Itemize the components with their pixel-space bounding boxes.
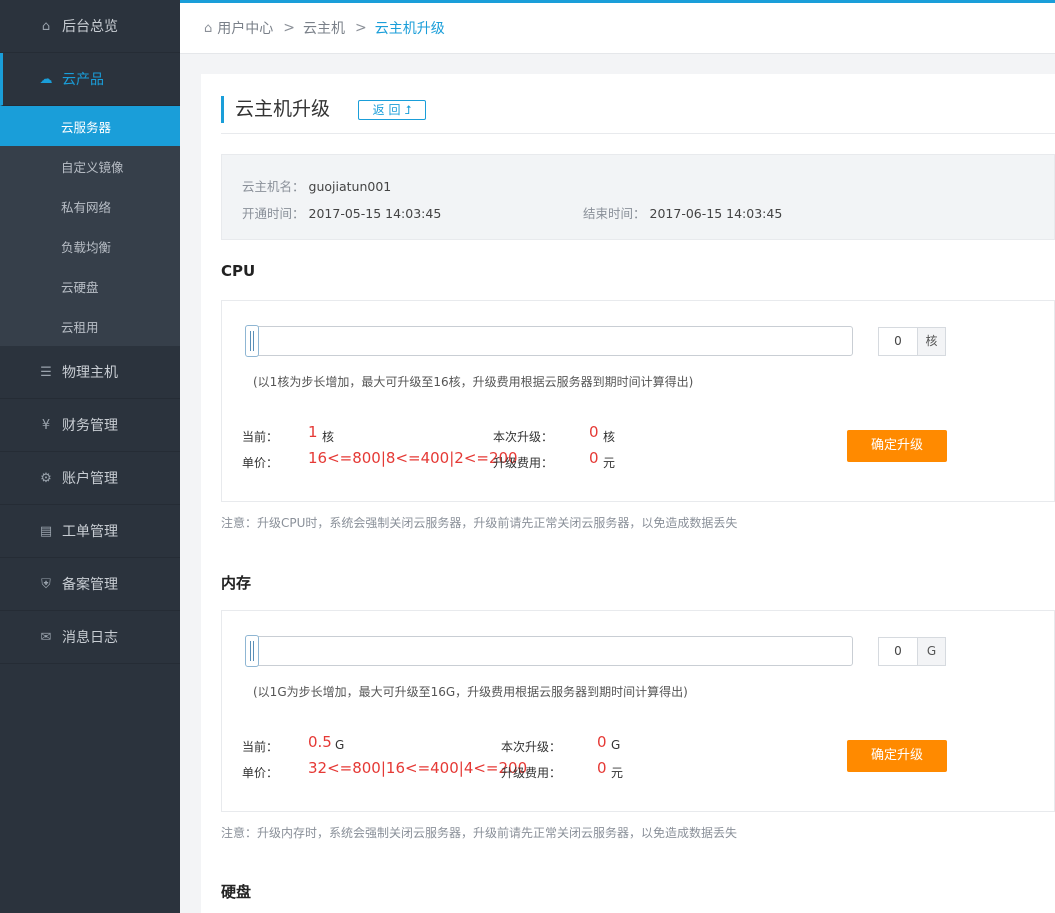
memory-fee-unit: 元 xyxy=(611,766,624,780)
memory-section-title: 内存 xyxy=(221,574,252,592)
cpu-section-title: CPU xyxy=(221,262,256,280)
breadcrumb-cloud-host[interactable]: 云主机 xyxy=(303,18,345,38)
cpu-upgrade-label: 本次升级： xyxy=(493,430,554,444)
cpu-fee-value: 0 xyxy=(589,449,599,467)
cpu-fee-label: 升级费用： xyxy=(493,456,554,470)
sidebar-sub-cloud-disk[interactable]: 云硬盘 xyxy=(0,266,180,306)
end-time-value: 2017-06-15 14:03:45 xyxy=(649,206,783,221)
home-icon: ⌂ xyxy=(41,18,51,34)
sidebar-item-label: 财务管理 xyxy=(62,418,118,434)
sidebar-item-label: 工单管理 xyxy=(62,524,118,540)
sidebar-sub-custom-image[interactable]: 自定义镜像 xyxy=(0,146,180,186)
sidebar-item-label: 云产品 xyxy=(62,72,104,88)
memory-upgrade-value: 0 xyxy=(597,733,607,751)
sidebar-item-tickets[interactable]: ▤ 工单管理 xyxy=(0,505,180,558)
sidebar: ⌂ 后台总览 ☁ 云产品 云服务器 自定义镜像 私有网络 负载均衡 云硬盘 云租… xyxy=(0,0,180,913)
back-button[interactable]: 返 回 ⮥ xyxy=(358,100,426,120)
breadcrumb-separator: > xyxy=(355,20,367,36)
cpu-fee-unit: 元 xyxy=(603,456,616,470)
cpu-current-label: 当前： xyxy=(242,430,279,444)
breadcrumb-separator: > xyxy=(283,20,295,36)
memory-slider[interactable] xyxy=(245,635,853,667)
memory-current-unit: G xyxy=(335,738,345,752)
host-info-box: 云主机名： guojiatun001 开通时间： 2017-05-15 14:03:… xyxy=(221,154,1055,240)
sidebar-item-overview[interactable]: ⌂ 后台总览 xyxy=(0,0,180,53)
cpu-confirm-upgrade-button[interactable]: 确定升级 xyxy=(847,430,947,462)
cpu-price-value: 16<=800|8<=400|2<=200 xyxy=(308,449,518,467)
sidebar-submenu: 云服务器 自定义镜像 私有网络 负载均衡 云硬盘 云租用 xyxy=(0,106,180,346)
open-time-value: 2017-05-15 14:03:45 xyxy=(308,206,442,221)
breadcrumb-home[interactable]: 用户中心 xyxy=(217,18,273,38)
cpu-slider[interactable] xyxy=(245,325,853,357)
end-time-row: 结束时间： 2017-06-15 14:03:45 xyxy=(583,203,782,222)
host-name-value: guojiatun001 xyxy=(308,179,392,194)
memory-upgrade-label: 本次升级： xyxy=(501,740,562,754)
memory-quantity-input[interactable]: 0 xyxy=(878,637,918,666)
sidebar-sub-cloud-rent[interactable]: 云租用 xyxy=(0,306,180,346)
memory-current-label: 当前： xyxy=(242,740,279,754)
clipboard-icon: ▤ xyxy=(39,523,53,539)
cpu-hint: (以1核为步长增加，最大可升级至16核，升级费用根据云服务器到期时间计算得出) xyxy=(253,375,694,389)
sidebar-item-cloud-products[interactable]: ☁ 云产品 xyxy=(0,53,180,106)
sidebar-item-label: 消息日志 xyxy=(62,630,118,646)
envelope-icon: ✉ xyxy=(40,629,52,645)
host-name-label: 云主机名： xyxy=(242,179,305,194)
return-arrow-icon: ⮥ xyxy=(404,103,412,117)
open-time-row: 开通时间： 2017-05-15 14:03:45 xyxy=(242,203,441,222)
breadcrumb: ⌂ 用户中心 > 云主机 > 云主机升级 xyxy=(180,3,1055,54)
sidebar-item-label: 后台总览 xyxy=(62,19,118,35)
memory-current-value: 0.5 xyxy=(308,733,332,751)
page-title: 云主机升级 xyxy=(221,96,330,123)
open-time-label: 开通时间： xyxy=(242,206,305,221)
memory-confirm-upgrade-button[interactable]: 确定升级 xyxy=(847,740,947,772)
sidebar-item-label: 物理主机 xyxy=(62,365,118,381)
host-name-row: 云主机名： guojiatun001 xyxy=(242,176,391,195)
sidebar-item-account[interactable]: ⚙ 账户管理 xyxy=(0,452,180,505)
cpu-current-value: 1 xyxy=(308,423,318,441)
sidebar-sub-cloud-server[interactable]: 云服务器 xyxy=(0,106,180,146)
cpu-unit: 核 xyxy=(917,327,946,356)
sidebar-sub-private-network[interactable]: 私有网络 xyxy=(0,186,180,226)
sidebar-item-label: 账户管理 xyxy=(62,471,118,487)
gears-icon: ⚙ xyxy=(40,470,52,486)
memory-fee-value: 0 xyxy=(597,759,607,777)
memory-hint: (以1G为步长增加，最大可升级至16G，升级费用根据云服务器到期时间计算得出) xyxy=(253,685,688,699)
memory-section: 0 G (以1G为步长增加，最大可升级至16G，升级费用根据云服务器到期时间计算… xyxy=(221,610,1055,812)
back-button-label: 返 回 xyxy=(372,103,401,117)
cpu-note: 注意：升级CPU时，系统会强制关闭云服务器，升级前请先正常关闭云服务器，以免造成… xyxy=(221,516,738,530)
disk-section-title: 硬盘 xyxy=(221,883,252,901)
memory-fee-label: 升级费用： xyxy=(501,766,562,780)
sidebar-item-finance[interactable]: ¥ 财务管理 xyxy=(0,399,180,452)
server-icon: ☰ xyxy=(40,364,52,380)
sidebar-item-physical-host[interactable]: ☰ 物理主机 xyxy=(0,346,180,399)
cpu-section: 0 核 (以1核为步长增加，最大可升级至16核，升级费用根据云服务器到期时间计算… xyxy=(221,300,1055,502)
cpu-quantity-input[interactable]: 0 xyxy=(878,327,918,356)
end-time-label: 结束时间： xyxy=(583,206,646,221)
sidebar-item-filing[interactable]: ⛨ 备案管理 xyxy=(0,558,180,611)
cpu-current-unit: 核 xyxy=(322,430,335,444)
sidebar-item-label: 备案管理 xyxy=(62,577,118,593)
cpu-upgrade-value: 0 xyxy=(589,423,599,441)
sidebar-item-messages[interactable]: ✉ 消息日志 xyxy=(0,611,180,664)
shield-icon: ⛨ xyxy=(41,576,51,592)
memory-note: 注意：升级内存时，系统会强制关闭云服务器，升级前请先正常关闭云服务器，以免造成数… xyxy=(221,826,738,840)
page-header: 云主机升级 返 回 ⮥ xyxy=(221,96,1055,134)
main-panel: 云主机升级 返 回 ⮥ 云主机名： guojiatun001 开通时间： 2017-… xyxy=(201,74,1055,913)
cpu-slider-handle[interactable] xyxy=(245,325,259,357)
memory-unit: G xyxy=(917,637,946,666)
home-icon: ⌂ xyxy=(204,20,213,36)
cpu-upgrade-unit: 核 xyxy=(603,430,616,444)
cloud-icon: ☁ xyxy=(39,71,53,87)
breadcrumb-current: 云主机升级 xyxy=(374,21,445,37)
yen-icon: ¥ xyxy=(41,417,51,433)
memory-slider-handle[interactable] xyxy=(245,635,259,667)
cpu-price-label: 单价： xyxy=(242,456,279,470)
memory-price-label: 单价： xyxy=(242,766,279,780)
memory-upgrade-unit: G xyxy=(611,738,621,752)
sidebar-sub-load-balance[interactable]: 负载均衡 xyxy=(0,226,180,266)
memory-price-value: 32<=800|16<=400|4<=200 xyxy=(308,759,528,777)
